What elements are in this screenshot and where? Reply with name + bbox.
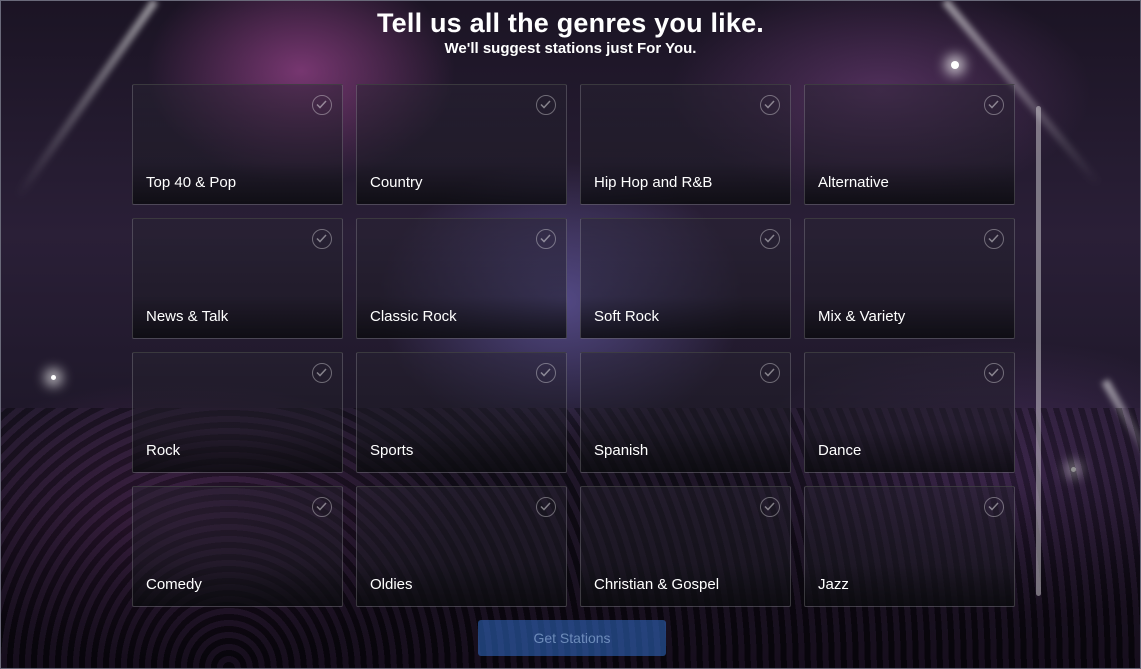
genre-tile[interactable]: Top 40 & Pop bbox=[132, 84, 343, 205]
check-circle-icon bbox=[536, 363, 556, 383]
genre-picker-screen: Tell us all the genres you like. We'll s… bbox=[0, 0, 1141, 669]
page-title: Tell us all the genres you like. bbox=[376, 8, 765, 38]
genre-label: News & Talk bbox=[146, 308, 229, 325]
genre-tile[interactable]: Country bbox=[356, 84, 567, 205]
genre-tile[interactable]: Sports bbox=[356, 352, 567, 473]
genre-tile[interactable]: Dance bbox=[804, 352, 1015, 473]
check-circle-icon bbox=[984, 363, 1004, 383]
genre-label: Jazz bbox=[818, 576, 849, 593]
grid-scrollbar[interactable] bbox=[1036, 106, 1041, 596]
genre-tile[interactable]: Christian & Gospel bbox=[580, 486, 791, 607]
genre-tile[interactable]: Spanish bbox=[580, 352, 791, 473]
genre-label: Comedy bbox=[146, 576, 202, 593]
check-circle-icon bbox=[760, 229, 780, 249]
check-circle-icon bbox=[760, 363, 780, 383]
get-stations-button[interactable]: Get Stations bbox=[478, 620, 666, 656]
check-circle-icon bbox=[760, 497, 780, 517]
genre-label: Classic Rock bbox=[370, 308, 457, 325]
genre-label: Soft Rock bbox=[594, 308, 660, 325]
genre-tile[interactable]: Rock bbox=[132, 352, 343, 473]
genre-tile[interactable]: Jazz bbox=[804, 486, 1015, 607]
check-circle-icon bbox=[536, 95, 556, 115]
stage-light-spot bbox=[51, 375, 56, 380]
genre-label: Christian & Gospel bbox=[594, 576, 720, 593]
check-circle-icon bbox=[312, 497, 332, 517]
genre-label: Dance bbox=[818, 442, 862, 459]
check-circle-icon bbox=[984, 229, 1004, 249]
genre-tile[interactable]: Comedy bbox=[132, 486, 343, 607]
genre-tile[interactable]: Soft Rock bbox=[580, 218, 791, 339]
genre-tile[interactable]: Hip Hop and R&B bbox=[580, 84, 791, 205]
genre-label: Rock bbox=[146, 442, 181, 459]
genre-tile[interactable]: News & Talk bbox=[132, 218, 343, 339]
check-circle-icon bbox=[536, 497, 556, 517]
genre-tile[interactable]: Classic Rock bbox=[356, 218, 567, 339]
page-header: Tell us all the genres you like. We'll s… bbox=[1, 7, 1140, 59]
check-circle-icon bbox=[312, 363, 332, 383]
genre-tile[interactable]: Alternative bbox=[804, 84, 1015, 205]
genre-label: Mix & Variety bbox=[818, 308, 906, 325]
genre-label: Top 40 & Pop bbox=[146, 174, 237, 191]
genre-grid: Top 40 & Pop Country Hip Hop and R&B Alt… bbox=[132, 84, 1015, 607]
genre-label: Spanish bbox=[594, 442, 649, 459]
genre-label: Hip Hop and R&B bbox=[594, 174, 713, 191]
check-circle-icon bbox=[536, 229, 556, 249]
genre-label: Alternative bbox=[818, 174, 889, 191]
genre-label: Country bbox=[370, 174, 423, 191]
page-subtitle: We'll suggest stations just For You. bbox=[444, 40, 697, 57]
check-circle-icon bbox=[312, 229, 332, 249]
genre-label: Sports bbox=[370, 442, 414, 459]
genre-tile[interactable]: Oldies bbox=[356, 486, 567, 607]
stage-light-spot bbox=[951, 61, 959, 69]
genre-label: Oldies bbox=[370, 576, 413, 593]
check-circle-icon bbox=[760, 95, 780, 115]
check-circle-icon bbox=[984, 95, 1004, 115]
check-circle-icon bbox=[312, 95, 332, 115]
grid-scrollbar-thumb[interactable] bbox=[1036, 106, 1041, 596]
genre-tile[interactable]: Mix & Variety bbox=[804, 218, 1015, 339]
check-circle-icon bbox=[984, 497, 1004, 517]
